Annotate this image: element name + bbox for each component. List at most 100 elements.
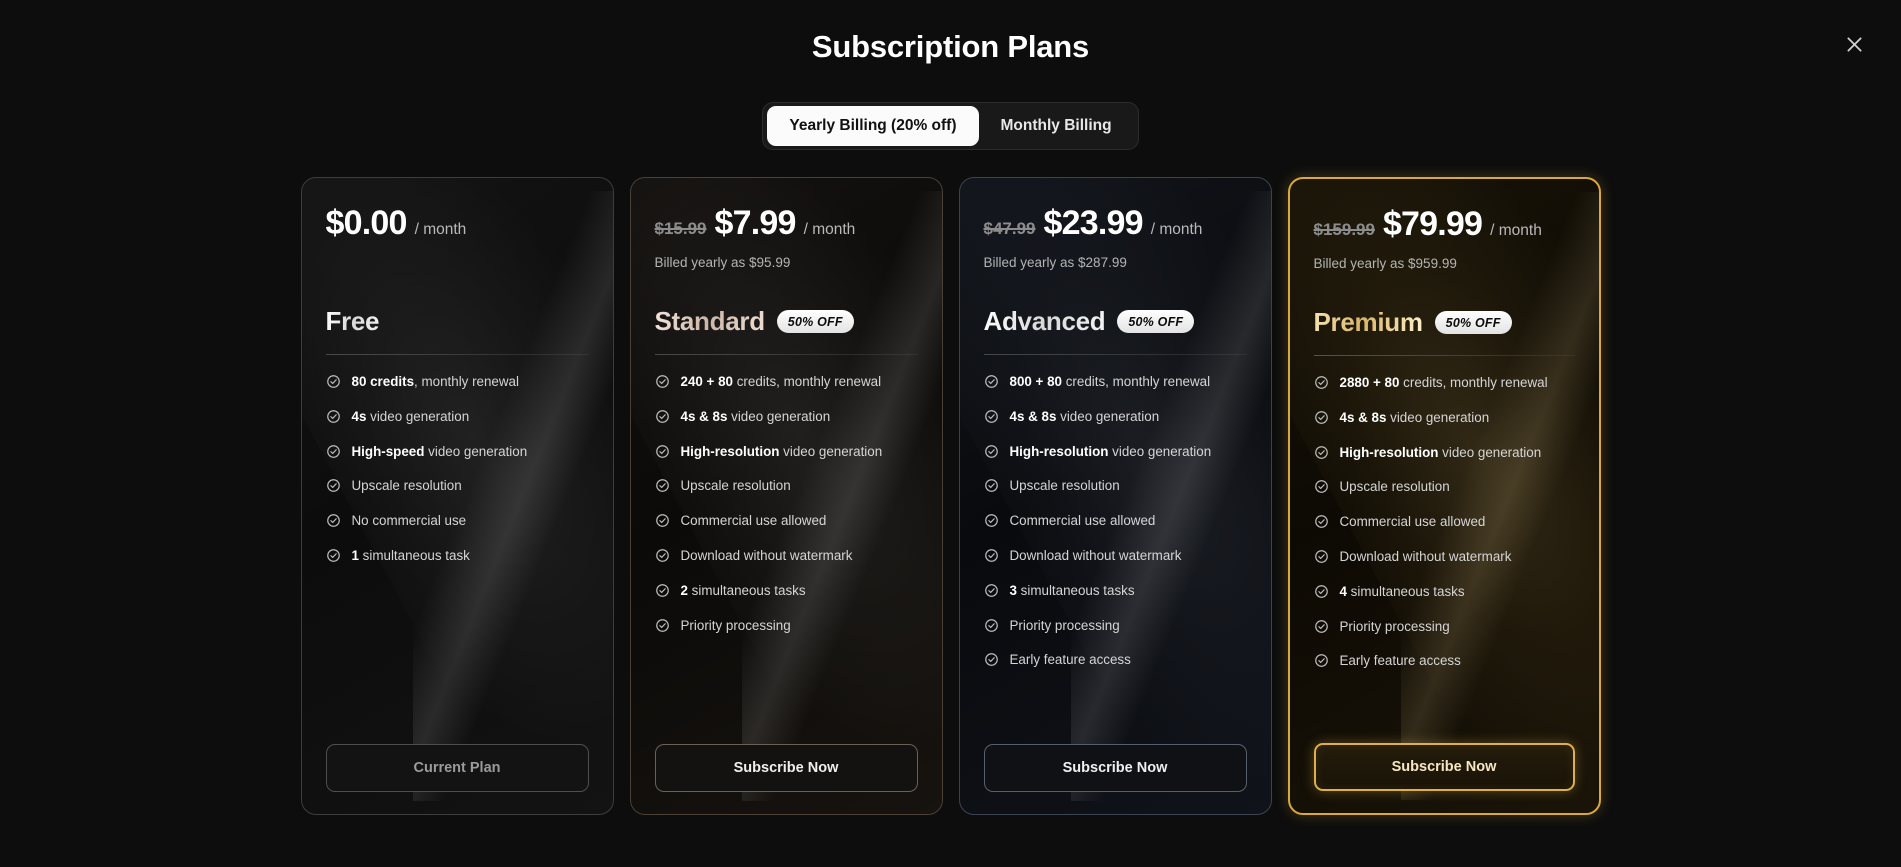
- check-circle-icon: [984, 548, 999, 563]
- check-circle-icon: [1314, 584, 1329, 599]
- billed-yearly-note: Billed yearly as $959.99: [1313, 256, 1457, 271]
- feature-item: 3 simultaneous tasks: [984, 583, 1247, 598]
- check-circle-icon: [1314, 479, 1329, 494]
- feature-rest: Early feature access: [1009, 652, 1131, 668]
- feature-list: 240 + 80 credits, monthly renewal 4s & 8s…: [655, 374, 918, 744]
- billed-yearly-note: Billed yearly as $287.99: [983, 255, 1127, 270]
- feature-rest: credits, monthly renewal: [733, 374, 882, 389]
- price-period: / month: [1150, 221, 1203, 238]
- feature-label: Commercial use allowed: [1010, 513, 1156, 528]
- feature-rest: Priority processing: [1009, 617, 1120, 633]
- billing-toggle-yearly[interactable]: Yearly Billing (20% off): [767, 106, 979, 146]
- feature-rest: Upscale resolution: [351, 478, 462, 494]
- current-plan-button: Current Plan: [325, 744, 589, 792]
- feature-highlight: 4s & 8s: [1339, 409, 1387, 425]
- feature-rest: video generation: [1056, 408, 1160, 424]
- feature-item: 4s & 8s video generation: [1314, 410, 1575, 425]
- feature-highlight: 240 + 80: [680, 374, 734, 389]
- check-circle-icon: [984, 618, 999, 633]
- price-row: $47.99 $23.99 / month: [984, 204, 1247, 248]
- price-current: $0.00: [325, 204, 408, 242]
- feature-label: High-resolution video generation: [1010, 444, 1212, 459]
- feature-rest: simultaneous tasks: [1346, 583, 1465, 599]
- feature-item: 80 credits, monthly renewal: [326, 374, 589, 389]
- feature-rest: Upscale resolution: [1339, 479, 1450, 495]
- feature-label: 1 simultaneous task: [352, 548, 470, 563]
- feature-label: Priority processing: [1340, 619, 1450, 634]
- feature-rest: video generation: [1386, 409, 1490, 425]
- price-current: $7.99: [714, 204, 797, 242]
- feature-label: Download without watermark: [681, 548, 853, 563]
- feature-label: 4s & 8s video generation: [681, 409, 831, 424]
- feature-label: Priority processing: [681, 618, 791, 633]
- feature-rest: Download without watermark: [1009, 547, 1182, 563]
- feature-item: Download without watermark: [655, 548, 918, 563]
- divider: [983, 354, 1247, 355]
- feature-item: 2880 + 80 credits, monthly renewal: [1314, 375, 1575, 390]
- billing-toggle-monthly[interactable]: Monthly Billing: [979, 106, 1134, 146]
- plan-header: Premium 50% OFF: [1314, 307, 1575, 338]
- feature-rest: Commercial use allowed: [680, 513, 827, 529]
- divider: [325, 354, 589, 355]
- feature-item: 4s & 8s video generation: [984, 409, 1247, 424]
- feature-label: 4 simultaneous tasks: [1340, 584, 1465, 599]
- feature-item: Priority processing: [655, 618, 918, 633]
- feature-highlight: 4s & 8s: [680, 408, 728, 424]
- subscription-plans-modal: Subscription Plans Yearly Billing (20% o…: [0, 0, 1901, 867]
- feature-rest: No commercial use: [351, 513, 467, 529]
- feature-label: Priority processing: [1010, 618, 1120, 633]
- feature-highlight: 4s & 8s: [1009, 408, 1057, 424]
- feature-label: High-resolution video generation: [1340, 445, 1542, 460]
- price-original: $15.99: [654, 219, 707, 238]
- feature-item: High-resolution video generation: [1314, 445, 1575, 460]
- feature-item: Upscale resolution: [655, 478, 918, 493]
- subscribe-button-premium[interactable]: Subscribe Now: [1313, 743, 1575, 791]
- feature-label: Early feature access: [1010, 652, 1131, 667]
- plan-card-free: $0.00 / month Free 80 credits, monthly rene…: [300, 177, 614, 815]
- feature-rest: , monthly renewal: [414, 374, 519, 389]
- feature-item: Early feature access: [1314, 653, 1575, 668]
- feature-label: 2 simultaneous tasks: [681, 583, 806, 598]
- feature-highlight: High-resolution: [680, 443, 780, 459]
- feature-highlight: 2880 + 80: [1339, 375, 1400, 390]
- feature-item: 240 + 80 credits, monthly renewal: [655, 374, 918, 389]
- feature-rest: credits, monthly renewal: [1062, 374, 1211, 389]
- feature-highlight: High-resolution: [1339, 444, 1439, 460]
- feature-rest: video generation: [1438, 444, 1542, 460]
- feature-rest: Early feature access: [1339, 653, 1461, 669]
- feature-item: High-resolution video generation: [984, 444, 1247, 459]
- price-period: / month: [1490, 222, 1542, 239]
- feature-label: 240 + 80 credits, monthly renewal: [681, 374, 882, 389]
- plan-header: Advanced 50% OFF: [984, 306, 1247, 337]
- feature-item: Commercial use allowed: [984, 513, 1247, 528]
- check-circle-icon: [326, 513, 341, 528]
- check-circle-icon: [984, 409, 999, 424]
- subscribe-button-standard[interactable]: Subscribe Now: [654, 744, 918, 792]
- check-circle-icon: [655, 548, 670, 563]
- feature-item: Priority processing: [984, 618, 1247, 633]
- feature-rest: Commercial use allowed: [1009, 513, 1156, 529]
- plan-name: Advanced: [983, 306, 1106, 336]
- feature-rest: simultaneous task: [358, 547, 470, 563]
- check-circle-icon: [984, 444, 999, 459]
- feature-item: 4 simultaneous tasks: [1314, 584, 1575, 599]
- check-circle-icon: [655, 618, 670, 633]
- divider: [1313, 355, 1575, 356]
- feature-item: 1 simultaneous task: [326, 548, 589, 563]
- check-circle-icon: [984, 374, 999, 389]
- feature-label: Commercial use allowed: [1340, 514, 1486, 529]
- feature-item: Upscale resolution: [984, 478, 1247, 493]
- feature-item: 4s & 8s video generation: [655, 409, 918, 424]
- feature-item: 2 simultaneous tasks: [655, 583, 918, 598]
- feature-item: High-speed video generation: [326, 444, 589, 459]
- feature-label: No commercial use: [352, 513, 467, 528]
- price-period: / month: [803, 221, 856, 238]
- price-current: $79.99: [1382, 205, 1483, 243]
- check-circle-icon: [326, 374, 341, 389]
- price-original: $47.99: [983, 219, 1036, 238]
- feature-item: High-resolution video generation: [655, 444, 918, 459]
- close-icon[interactable]: [1837, 27, 1871, 61]
- subscribe-button-advanced[interactable]: Subscribe Now: [983, 744, 1247, 792]
- feature-rest: video generation: [779, 443, 883, 459]
- feature-rest: Commercial use allowed: [1339, 514, 1486, 530]
